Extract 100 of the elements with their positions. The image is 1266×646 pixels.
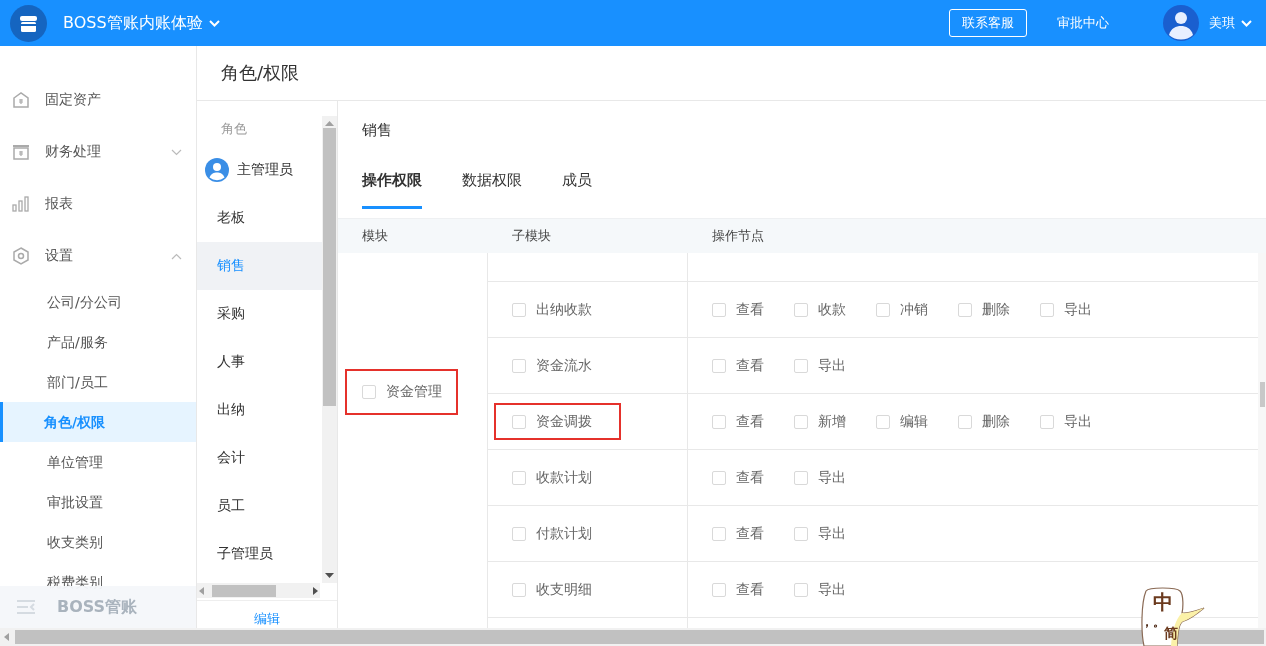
checkbox[interactable]: [512, 414, 526, 429]
scroll-left-arrow-icon[interactable]: [199, 586, 204, 595]
action-option[interactable]: 收款: [794, 300, 876, 319]
bar-chart-icon: [12, 195, 30, 213]
checkbox[interactable]: [512, 302, 526, 317]
checkbox[interactable]: [876, 302, 890, 317]
sidebar-subitem[interactable]: 审批设置: [0, 482, 196, 522]
scroll-up-arrow-icon[interactable]: [325, 119, 334, 126]
edit-link[interactable]: 编辑: [197, 600, 337, 628]
checkbox[interactable]: [958, 414, 972, 429]
role-item[interactable]: 出纳: [197, 385, 322, 434]
checkbox[interactable]: [712, 526, 726, 541]
sidebar-item[interactable]: 财务处理: [0, 126, 196, 178]
sidebar-item[interactable]: 设置: [0, 230, 196, 282]
checkbox[interactable]: [794, 582, 808, 597]
submodule-option[interactable]: 收支明细: [494, 571, 621, 608]
checkbox[interactable]: [712, 302, 726, 317]
scroll-left-arrow-icon[interactable]: [4, 633, 9, 641]
action-option[interactable]: 导出: [1040, 300, 1122, 319]
checkbox[interactable]: [794, 302, 808, 317]
checkbox[interactable]: [1040, 414, 1054, 429]
scroll-down-arrow-icon[interactable]: [325, 573, 334, 580]
list-heading: 角色: [220, 119, 248, 138]
user-name[interactable]: 美琪: [1209, 14, 1235, 32]
sidebar-item[interactable]: 固定资产: [0, 74, 196, 126]
checkbox[interactable]: [1040, 302, 1054, 317]
action-option[interactable]: 导出: [794, 580, 876, 599]
vertical-scrollbar[interactable]: [322, 115, 337, 584]
checkbox[interactable]: [712, 414, 726, 429]
user-avatar-icon: [205, 157, 229, 182]
checkbox[interactable]: [712, 470, 726, 485]
tab[interactable]: 成员: [562, 159, 592, 209]
action-option[interactable]: 冲销: [876, 300, 958, 319]
avatar-icon[interactable]: [1163, 5, 1199, 41]
sidebar-subitem[interactable]: 单位管理: [0, 442, 196, 482]
checkbox[interactable]: [794, 414, 808, 429]
checkbox[interactable]: [794, 526, 808, 541]
tab[interactable]: 数据权限: [462, 159, 522, 209]
module-option[interactable]: 资金管理: [345, 369, 458, 415]
settings-icon: [12, 247, 30, 265]
contact-support-button[interactable]: 联系客服: [949, 9, 1027, 37]
action-option[interactable]: 导出: [794, 468, 876, 487]
submodule-option[interactable]: 资金调拨: [494, 403, 621, 440]
finance-box-icon: [12, 143, 30, 161]
role-item[interactable]: 会计: [197, 433, 322, 482]
chevron-up-icon[interactable]: [171, 252, 182, 260]
checkbox[interactable]: [512, 470, 526, 485]
action-option[interactable]: 查看: [712, 356, 794, 375]
submodule-option[interactable]: 出纳收款: [494, 291, 621, 328]
role-item[interactable]: 主管理员: [197, 145, 322, 194]
sidebar-item[interactable]: 报表: [0, 178, 196, 230]
company-name[interactable]: BOSS管账内账体验: [63, 12, 203, 34]
action-option[interactable]: 查看: [712, 524, 794, 543]
checkbox[interactable]: [512, 358, 526, 373]
collapse-menu-icon[interactable]: [17, 600, 35, 614]
checkbox[interactable]: [958, 302, 972, 317]
vertical-scrollbar[interactable]: [1258, 253, 1266, 628]
horizontal-scrollbar[interactable]: [197, 583, 320, 598]
checkbox[interactable]: [362, 385, 376, 399]
action-option[interactable]: 导出: [794, 524, 876, 543]
action-option[interactable]: 删除: [958, 412, 1040, 431]
house-icon: [12, 91, 30, 109]
checkbox[interactable]: [794, 470, 808, 485]
checkbox[interactable]: [512, 582, 526, 597]
action-option[interactable]: 导出: [1040, 412, 1122, 431]
role-item[interactable]: 老板: [197, 193, 322, 242]
checkbox[interactable]: [794, 358, 808, 373]
role-item[interactable]: 子管理员: [197, 529, 322, 578]
action-option[interactable]: 查看: [712, 412, 794, 431]
scroll-right-arrow-icon[interactable]: [313, 586, 318, 595]
sidebar-subitem[interactable]: 公司/分公司: [0, 282, 196, 322]
checkbox[interactable]: [712, 582, 726, 597]
sidebar-subitem[interactable]: 产品/服务: [0, 322, 196, 362]
action-option[interactable]: 查看: [712, 580, 794, 599]
checkbox[interactable]: [512, 526, 526, 541]
role-item[interactable]: 人事: [197, 337, 322, 386]
role-title: 销售: [362, 120, 392, 140]
tab[interactable]: 操作权限: [362, 159, 422, 209]
action-option[interactable]: 导出: [794, 356, 876, 375]
column-header: 子模块: [511, 227, 552, 245]
submodule-option[interactable]: 付款计划: [494, 515, 621, 552]
action-option[interactable]: 新增: [794, 412, 876, 431]
role-item[interactable]: 采购: [197, 289, 322, 338]
action-option[interactable]: 删除: [958, 300, 1040, 319]
chevron-down-icon[interactable]: [171, 148, 182, 156]
sidebar-subitem[interactable]: 部门/员工: [0, 362, 196, 402]
submodule-option[interactable]: 资金流水: [494, 347, 621, 384]
action-option[interactable]: 编辑: [876, 412, 958, 431]
page-scrollbar[interactable]: [4, 628, 1264, 646]
submodule-option[interactable]: 收款计划: [494, 459, 621, 496]
brand-name: BOSS管账: [57, 596, 138, 618]
checkbox[interactable]: [712, 358, 726, 373]
sidebar-subitem[interactable]: 收支类别: [0, 522, 196, 562]
logo-icon: [10, 4, 47, 42]
action-option[interactable]: 查看: [712, 468, 794, 487]
page-title: 角色/权限: [221, 61, 300, 85]
action-option[interactable]: 查看: [712, 300, 794, 319]
approval-center-link[interactable]: 审批中心: [1057, 14, 1109, 32]
checkbox[interactable]: [876, 414, 890, 429]
role-item[interactable]: 员工: [197, 481, 322, 530]
